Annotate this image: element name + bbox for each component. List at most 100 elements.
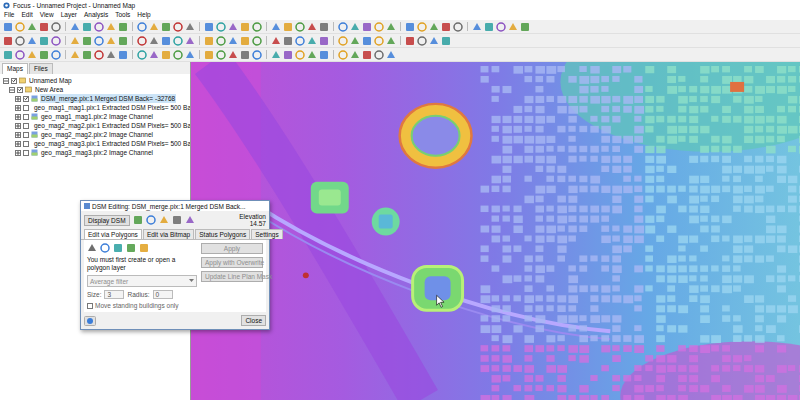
tool-icon[interactable]: [94, 36, 104, 46]
tree-item[interactable]: geo_mag3_mag3.pix:1 Extracted DSM Pixels…: [0, 139, 190, 148]
tool-icon[interactable]: [283, 36, 293, 46]
tool-icon[interactable]: [240, 36, 250, 46]
tool-icon[interactable]: [82, 50, 92, 60]
expander-icon[interactable]: [15, 114, 21, 120]
tool-icon[interactable]: [252, 22, 262, 32]
display-dsm-button[interactable]: Display DSM: [84, 215, 130, 226]
buildings-checkbox[interactable]: Move standing buildings only: [87, 302, 197, 309]
tool-icon[interactable]: [94, 22, 104, 32]
dialog-tab[interactable]: Status Polygons: [195, 229, 250, 239]
tool-icon[interactable]: [240, 22, 250, 32]
tool-icon[interactable]: [417, 22, 427, 32]
tool-icon[interactable]: [118, 36, 128, 46]
tool-icon[interactable]: [137, 22, 147, 32]
tool-icon[interactable]: [39, 50, 49, 60]
tool-icon[interactable]: [295, 36, 305, 46]
filter-select[interactable]: Average filter: [87, 275, 197, 287]
tool-icon[interactable]: [39, 22, 49, 32]
tool-icon[interactable]: [228, 36, 238, 46]
tool-icon[interactable]: [106, 50, 116, 60]
tool-icon[interactable]: [87, 243, 97, 253]
help-icon[interactable]: [84, 316, 96, 326]
tool-icon[interactable]: [386, 50, 396, 60]
tool-icon[interactable]: [374, 22, 384, 32]
tool-icon[interactable]: [118, 50, 128, 60]
tool-icon[interactable]: [338, 50, 348, 60]
menu-item[interactable]: Layer: [61, 10, 77, 20]
tool-icon[interactable]: [441, 36, 451, 46]
tool-icon[interactable]: [441, 22, 451, 32]
tool-icon[interactable]: [146, 215, 156, 225]
tool-icon[interactable]: [307, 36, 317, 46]
tool-icon[interactable]: [204, 36, 214, 46]
tool-icon[interactable]: [82, 22, 92, 32]
tool-icon[interactable]: [271, 22, 281, 32]
tool-icon[interactable]: [51, 36, 61, 46]
tool-icon[interactable]: [173, 50, 183, 60]
tool-icon[interactable]: [3, 22, 13, 32]
expander-icon[interactable]: [15, 96, 21, 102]
tool-icon[interactable]: [319, 50, 329, 60]
tool-icon[interactable]: [3, 36, 13, 46]
dialog-title-bar[interactable]: DSM Editing: DSM_merge.pix:1 Merged DSM …: [81, 201, 269, 211]
action-button[interactable]: Apply with Overwrite: [201, 257, 263, 268]
tool-icon[interactable]: [319, 22, 329, 32]
tool-icon[interactable]: [133, 215, 143, 225]
tool-icon[interactable]: [185, 50, 195, 60]
tool-icon[interactable]: [453, 22, 463, 32]
tool-icon[interactable]: [319, 36, 329, 46]
tool-icon[interactable]: [15, 22, 25, 32]
tree-item[interactable]: geo_mag2_mag2.pix:2 Image Channel: [0, 130, 190, 139]
tool-icon[interactable]: [417, 36, 427, 46]
tool-icon[interactable]: [386, 36, 396, 46]
tree-item[interactable]: geo_mag2_mag2.pix:1 Extracted DSM Pixels…: [0, 121, 190, 130]
tool-icon[interactable]: [362, 36, 372, 46]
visibility-checkbox[interactable]: [23, 105, 29, 111]
tool-icon[interactable]: [82, 36, 92, 46]
tool-icon[interactable]: [137, 50, 147, 60]
tool-icon[interactable]: [106, 36, 116, 46]
visibility-checkbox[interactable]: [11, 78, 17, 84]
tree-item[interactable]: geo_mag1_mag1.pix:2 Image Channel: [0, 112, 190, 121]
visibility-checkbox[interactable]: [23, 132, 29, 138]
tool-icon[interactable]: [137, 36, 147, 46]
tool-icon[interactable]: [113, 243, 123, 253]
tool-icon[interactable]: [27, 22, 37, 32]
visibility-checkbox[interactable]: [23, 150, 29, 156]
tool-icon[interactable]: [252, 36, 262, 46]
menu-item[interactable]: Help: [137, 10, 150, 20]
tool-icon[interactable]: [283, 22, 293, 32]
tool-icon[interactable]: [520, 22, 530, 32]
tool-icon[interactable]: [295, 50, 305, 60]
expander-icon[interactable]: [15, 123, 21, 129]
tool-icon[interactable]: [15, 36, 25, 46]
field-input[interactable]: 3: [104, 290, 124, 299]
tool-icon[interactable]: [94, 50, 104, 60]
tool-icon[interactable]: [149, 22, 159, 32]
tool-icon[interactable]: [27, 50, 37, 60]
dsm-editing-dialog[interactable]: DSM Editing: DSM_merge.pix:1 Merged DSM …: [80, 200, 270, 330]
tool-icon[interactable]: [118, 22, 128, 32]
action-button[interactable]: Update Line Plan Mask: [201, 271, 263, 282]
tree-item[interactable]: geo_mag1_mag1.pix:1 Extracted DSM Pixels…: [0, 103, 190, 112]
expander-icon[interactable]: [15, 105, 21, 111]
tree-item[interactable]: Unnamed Map: [0, 76, 190, 85]
tool-icon[interactable]: [508, 22, 518, 32]
tool-icon[interactable]: [338, 36, 348, 46]
panel-tab[interactable]: Files: [29, 63, 53, 74]
field-input[interactable]: 0: [153, 290, 173, 299]
tree-item[interactable]: DSM_merge.pix:1 Merged DSM Back= -32768: [0, 94, 190, 103]
tool-icon[interactable]: [271, 50, 281, 60]
tool-icon[interactable]: [350, 36, 360, 46]
tool-icon[interactable]: [350, 22, 360, 32]
tree-item[interactable]: geo_mag3_mag3.pix:2 Image Channel: [0, 148, 190, 157]
tool-icon[interactable]: [405, 36, 415, 46]
tool-icon[interactable]: [362, 50, 372, 60]
tool-icon[interactable]: [228, 22, 238, 32]
tool-icon[interactable]: [307, 22, 317, 32]
tool-icon[interactable]: [350, 50, 360, 60]
visibility-checkbox[interactable]: [23, 96, 29, 102]
tool-icon[interactable]: [70, 50, 80, 60]
menu-item[interactable]: File: [4, 10, 14, 20]
tool-icon[interactable]: [185, 36, 195, 46]
